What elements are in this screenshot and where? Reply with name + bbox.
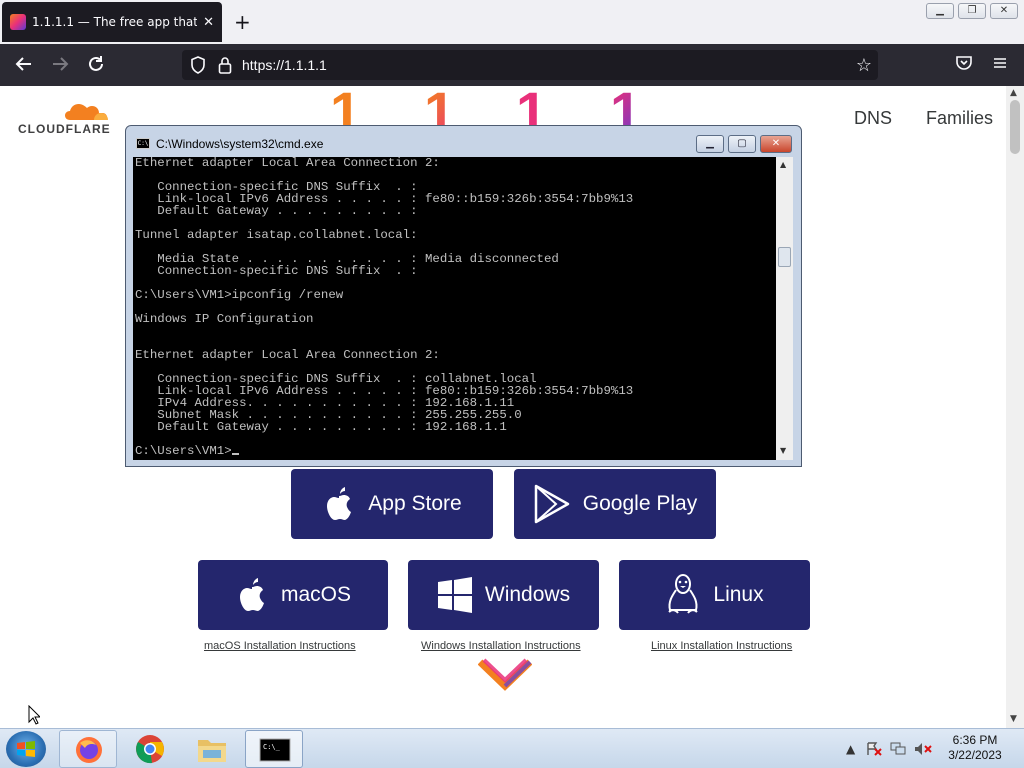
cloudflare-logo[interactable]: CLOUDFLARE (18, 100, 110, 140)
apple-icon (327, 487, 352, 520)
windows-taskbar: C:\_ ▲ 6:36 PM 3/22/2023 (0, 728, 1024, 768)
linux-label: Linux (713, 583, 764, 606)
console-output[interactable]: Ethernet adapter Local Area Connection 2… (133, 157, 776, 460)
scroll-down-arrow-icon[interactable]: ▼ (1010, 714, 1017, 724)
macos-label: macOS (280, 583, 351, 606)
close-window-button[interactable]: ✕ (990, 3, 1018, 19)
cmd-window[interactable]: C:\ C:\Windows\system32\cmd.exe ▁ ▢ ✕ Et… (125, 125, 802, 467)
forward-arrow-icon[interactable] (50, 54, 70, 79)
linux-instructions-link[interactable]: Linux Installation Instructions (651, 640, 792, 652)
mouse-pointer-icon (28, 705, 40, 725)
action-center-flag-icon[interactable] (866, 742, 882, 759)
console-scroll-up-icon[interactable]: ▲ (780, 160, 786, 169)
screen: 1.1.1.1 — The free app that mak ✕ + ▁ ❐ … (0, 0, 1024, 768)
show-hidden-icons-arrow[interactable]: ▲ (846, 742, 855, 756)
cmd-maximize-button[interactable]: ▢ (728, 135, 756, 153)
google-play-label: Google Play (582, 492, 698, 515)
cmd-minimize-button[interactable]: ▁ (696, 135, 724, 153)
browser-tab-bar: 1.1.1.1 — The free app that mak ✕ + ▁ ❐ … (0, 0, 1024, 44)
chrome-icon (136, 735, 164, 764)
google-play-button[interactable]: Google Play (514, 469, 716, 539)
scrollbar-thumb[interactable] (1010, 100, 1020, 154)
console-text: Ethernet adapter Local Area Connection 2… (135, 157, 634, 458)
macos-button[interactable]: macOS (198, 560, 388, 630)
scroll-down-chevron-icon[interactable] (478, 658, 532, 692)
network-icon[interactable] (890, 742, 908, 759)
firefox-icon (76, 737, 102, 763)
console-scroll-down-icon[interactable]: ▼ (780, 446, 786, 455)
cmd-title-bar[interactable]: C:\ C:\Windows\system32\cmd.exe ▁ ▢ ✕ (126, 126, 801, 156)
apple-icon (239, 578, 264, 611)
tracking-shield-icon[interactable] (190, 56, 206, 78)
minimize-button[interactable]: ▁ (926, 3, 954, 19)
taskbar-file-explorer[interactable] (183, 730, 241, 768)
url-text[interactable]: https://1.1.1.1 (242, 57, 327, 73)
svg-text:C:\_: C:\_ (263, 743, 281, 751)
tab-close-icon[interactable]: ✕ (203, 15, 214, 30)
cloudflare-cloud-icon (65, 104, 108, 120)
windows-button[interactable]: Windows (408, 560, 599, 630)
macos-instructions-link[interactable]: macOS Installation Instructions (204, 640, 356, 652)
browser-toolbar: https://1.1.1.1 ☆ (0, 44, 1024, 86)
menu-hamburger-icon[interactable] (991, 54, 1009, 77)
windows-flag-icon (17, 741, 35, 757)
cmd-title: C:\Windows\system32\cmd.exe (156, 137, 324, 151)
linux-tux-icon (668, 574, 699, 614)
nav-link-families[interactable]: Families (926, 108, 993, 129)
pocket-icon[interactable] (955, 54, 973, 77)
lock-icon[interactable] (218, 56, 232, 78)
linux-button[interactable]: Linux (619, 560, 810, 630)
windows-logo-icon (437, 577, 472, 613)
windows-label: Windows (484, 583, 571, 606)
app-store-label: App Store (368, 492, 462, 515)
clock[interactable]: 6:36 PM 3/22/2023 (940, 733, 1010, 763)
restore-button[interactable]: ❐ (958, 3, 986, 19)
folder-icon (198, 740, 226, 762)
back-arrow-icon[interactable] (14, 54, 34, 79)
windows-instructions-link[interactable]: Windows Installation Instructions (421, 640, 581, 652)
logo-text: CLOUDFLARE (18, 122, 111, 136)
volume-muted-icon[interactable] (914, 742, 932, 759)
console-cursor (231, 453, 239, 455)
bookmark-star-icon[interactable]: ☆ (856, 55, 872, 76)
taskbar-chrome[interactable] (121, 730, 179, 768)
nav-link-dns[interactable]: DNS (854, 108, 892, 129)
reload-icon[interactable] (86, 54, 106, 79)
tab-title: 1.1.1.1 — The free app that mak (32, 15, 198, 29)
page-scrollbar[interactable]: ▲ ▼ (1006, 86, 1024, 728)
console-scrollbar-thumb[interactable] (778, 247, 791, 267)
start-button[interactable] (6, 731, 46, 767)
google-play-icon (534, 484, 570, 524)
console-scrollbar[interactable]: ▲ ▼ (776, 157, 793, 460)
cmd-close-button[interactable]: ✕ (760, 135, 792, 153)
taskbar-cmd[interactable]: C:\_ (245, 730, 303, 768)
app-store-button[interactable]: App Store (291, 469, 493, 539)
clock-time: 6:36 PM (952, 733, 998, 747)
taskbar-firefox[interactable] (59, 730, 117, 768)
browser-tab[interactable]: 1.1.1.1 — The free app that mak ✕ (2, 2, 222, 42)
address-bar[interactable]: https://1.1.1.1 ☆ (182, 50, 878, 80)
cmd-icon: C:\_ (259, 738, 291, 762)
cloudflare-favicon-icon (10, 14, 26, 30)
scroll-up-arrow-icon[interactable]: ▲ (1010, 88, 1017, 98)
cmd-app-icon: C:\ (136, 138, 150, 149)
clock-date: 3/22/2023 (948, 748, 1002, 762)
new-tab-button[interactable]: + (234, 10, 251, 34)
